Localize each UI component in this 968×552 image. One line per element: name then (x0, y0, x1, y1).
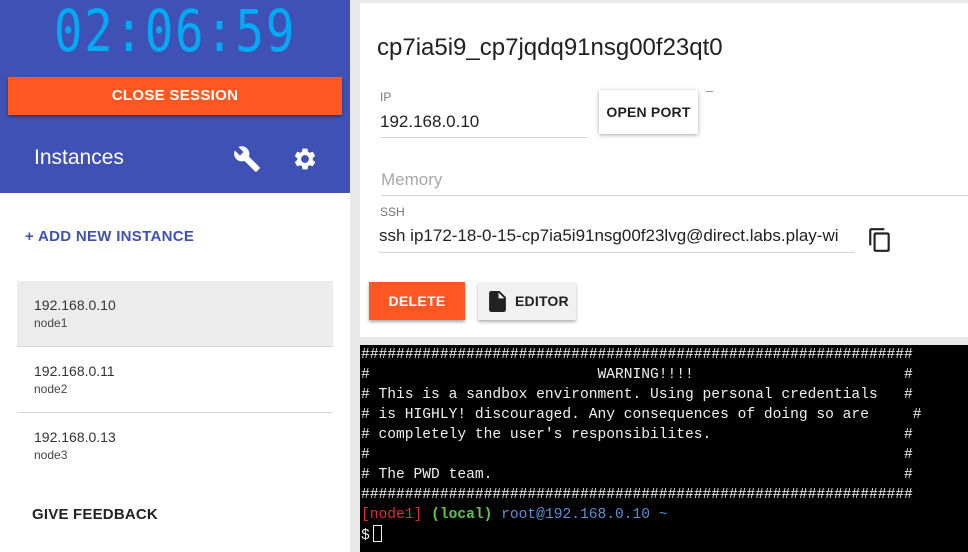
instance-item-node2[interactable]: 192.168.0.11 node2 (17, 347, 333, 413)
instance-name: node1 (34, 316, 68, 330)
prompt-user: root@192.168.0.10 ~ (501, 507, 668, 523)
session-title: cp7ia5i9_cp7jqdq91nsg00f23qt0 (377, 34, 723, 61)
prompt-node: [node1] (361, 507, 423, 523)
instance-list: 192.168.0.10 node1 192.168.0.11 node2 19… (17, 281, 333, 479)
sidebar-header: 02:06:59 CLOSE SESSION Instances (0, 0, 350, 193)
instance-name: node3 (34, 448, 68, 462)
terminal-line: # # (361, 447, 913, 463)
sidebar: 02:06:59 CLOSE SESSION Instances + ADD N… (0, 0, 350, 552)
file-icon (489, 291, 506, 312)
sidebar-divider (350, 0, 360, 552)
ip-field[interactable]: 192.168.0.10 (380, 110, 588, 138)
terminal-cursor (372, 525, 382, 542)
terminal-line: # completely the user's responsibilites.… (361, 427, 913, 443)
terminal-prompt-line: [node1] (local) root@192.168.0.10 ~ (361, 505, 968, 525)
terminal-line: ########################################… (361, 487, 913, 503)
editor-label: EDITOR (515, 293, 569, 309)
memory-field: Memory (381, 170, 968, 196)
terminal-line: ########################################… (361, 347, 913, 363)
instance-name: node2 (34, 382, 68, 396)
terminal-input-line[interactable]: $ (361, 525, 968, 545)
instance-item-node3[interactable]: 192.168.0.13 node3 (17, 413, 333, 479)
wrench-icon[interactable] (233, 145, 261, 173)
terminal-line: # is HIGHLY! discouraged. Any consequenc… (361, 407, 922, 423)
gear-icon[interactable] (292, 146, 318, 172)
open-port-button[interactable]: OPEN PORT (599, 90, 698, 134)
instance-ip: 192.168.0.13 (34, 429, 116, 445)
divider (706, 91, 713, 92)
instance-item-node1[interactable]: 192.168.0.10 node1 (17, 281, 333, 347)
add-new-instance-button[interactable]: + ADD NEW INSTANCE (25, 228, 194, 245)
prompt-local: (local) (431, 507, 493, 523)
terminal-line: # This is a sandbox environment. Using p… (361, 387, 913, 403)
terminal[interactable]: ########################################… (360, 345, 968, 552)
ip-label: IP (380, 90, 392, 104)
close-session-button[interactable]: CLOSE SESSION (8, 77, 342, 115)
editor-button[interactable]: EDITOR (478, 282, 576, 320)
copy-icon[interactable] (867, 226, 893, 254)
ssh-label: SSH (380, 205, 405, 219)
instances-title: Instances (34, 146, 124, 169)
session-timer: 02:06:59 (53, 0, 297, 65)
instance-ip: 192.168.0.11 (34, 363, 115, 379)
terminal-line: # The PWD team. # (361, 467, 913, 483)
instance-ip: 192.168.0.10 (34, 297, 116, 313)
give-feedback-button[interactable]: GIVE FEEDBACK (32, 506, 158, 523)
prompt-symbol: $ (361, 528, 370, 544)
delete-button[interactable]: DELETE (369, 282, 465, 320)
instance-details-card: cp7ia5i9_cp7jqdq91nsg00f23qt0 IP 192.168… (360, 3, 968, 337)
terminal-line: # WARNING!!!! # (361, 367, 913, 383)
ssh-field[interactable]: ssh ip172-18-0-15-cp7ia5i91nsg00f23lvg@d… (379, 225, 855, 253)
